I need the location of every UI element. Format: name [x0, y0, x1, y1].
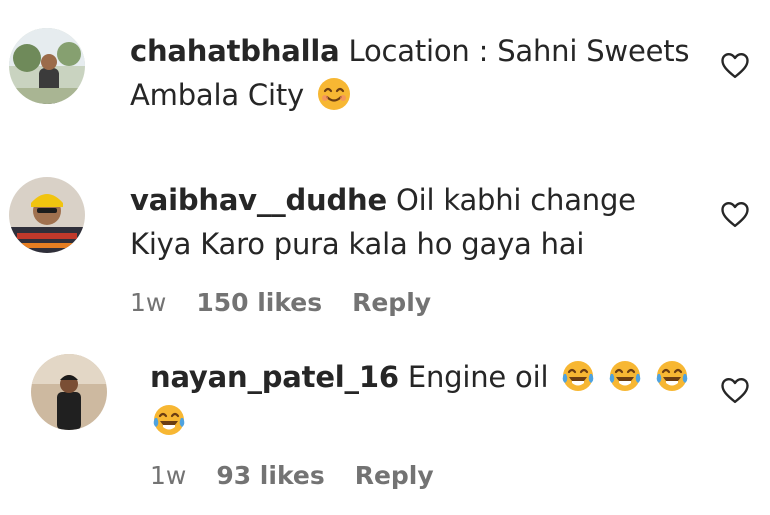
tears-of-joy-icon: [152, 403, 186, 437]
like-heart-icon[interactable]: [720, 200, 750, 228]
tears-of-joy-icon: [608, 359, 642, 393]
likes-count[interactable]: 150 likes: [196, 288, 322, 317]
comment-meta: 1w 93 likes Reply: [150, 461, 456, 490]
reply-button[interactable]: Reply: [352, 288, 431, 317]
comment-meta: 1w 150 likes Reply: [130, 288, 453, 317]
comment-username[interactable]: nayan_patel_16: [150, 360, 399, 394]
avatar[interactable]: [31, 354, 107, 430]
avatar[interactable]: [9, 177, 85, 253]
comment-username[interactable]: chahatbhalla: [130, 34, 340, 68]
comment-body: chahatbhalla Location : Sahni Sweets Amb…: [130, 29, 700, 117]
smiling-face-icon: [317, 77, 351, 111]
like-heart-icon[interactable]: [720, 51, 750, 79]
tears-of-joy-icon: [561, 359, 595, 393]
reply-button[interactable]: Reply: [355, 461, 434, 490]
avatar[interactable]: [9, 28, 85, 104]
like-heart-icon[interactable]: [720, 376, 750, 404]
tears-of-joy-icon: [655, 359, 689, 393]
comment-timestamp[interactable]: 1w: [130, 288, 166, 317]
comment-text: Engine oil: [407, 360, 549, 394]
comment-body: nayan_patel_16 Engine oil: [150, 355, 700, 443]
comment-body: vaibhav__dudhe Oil kabhi change Kiya Kar…: [130, 178, 700, 266]
likes-count[interactable]: 93 likes: [216, 461, 324, 490]
comment-username[interactable]: vaibhav__dudhe: [130, 183, 387, 217]
comment-timestamp[interactable]: 1w: [150, 461, 186, 490]
